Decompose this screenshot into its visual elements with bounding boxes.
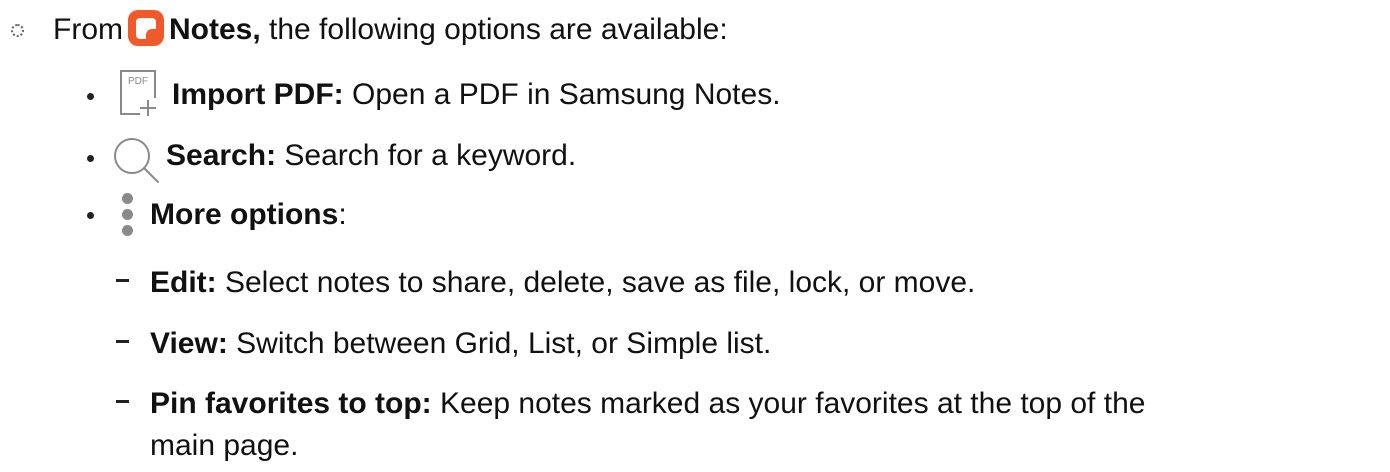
item-label: Search:: [166, 139, 277, 172]
subitem-description: Switch between Grid, List, or Simple lis…: [227, 327, 772, 360]
list-item: Search: Search for a keyword.: [166, 138, 576, 174]
list-item: More options:: [150, 197, 347, 233]
sub-list-item: Edit: Select notes to share, delete, sav…: [150, 265, 975, 301]
intro-suffix: the following options are available:: [260, 13, 728, 46]
list-bullet: [87, 155, 94, 162]
sub-list-item: Pin favorites to top: Keep notes marked …: [150, 386, 1145, 422]
sub-list-item-continuation: main page.: [150, 429, 299, 462]
item-description: Open a PDF in Samsung Notes.: [343, 78, 781, 111]
intro-line: From Notes, the following options are ava…: [53, 10, 728, 48]
subitem-label: Pin favorites to top:: [150, 387, 432, 420]
subitem-label: Edit:: [150, 266, 217, 299]
intro-prefix: From: [53, 13, 123, 46]
item-description: :: [338, 198, 347, 231]
list-bullet: [87, 212, 94, 219]
item-label: More options: [150, 198, 339, 231]
item-description: Search for a keyword.: [276, 139, 577, 172]
sub-list-item: View: Switch between Grid, List, or Simp…: [150, 326, 771, 362]
section-bullet-icon: [11, 24, 24, 37]
list-item: Import PDF: Open a PDF in Samsung Notes.: [172, 77, 781, 113]
more-options-icon: [121, 193, 135, 237]
subitem-description: Keep notes marked as your favorites at t…: [431, 387, 1146, 420]
pdf-icon-text: PDF: [128, 76, 148, 87]
sub-list-dash: [116, 279, 129, 282]
samsung-notes-app-icon: [128, 10, 164, 46]
import-pdf-icon: PDF: [120, 70, 156, 116]
sub-list-dash: [116, 400, 129, 403]
search-icon: [114, 138, 159, 183]
subitem-description: Select notes to share, delete, save as f…: [216, 266, 976, 299]
item-label: Import PDF:: [172, 78, 344, 111]
app-name: Notes,: [169, 13, 261, 46]
subitem-label: View:: [150, 327, 228, 360]
list-bullet: [87, 93, 94, 100]
sub-list-dash: [116, 340, 129, 343]
